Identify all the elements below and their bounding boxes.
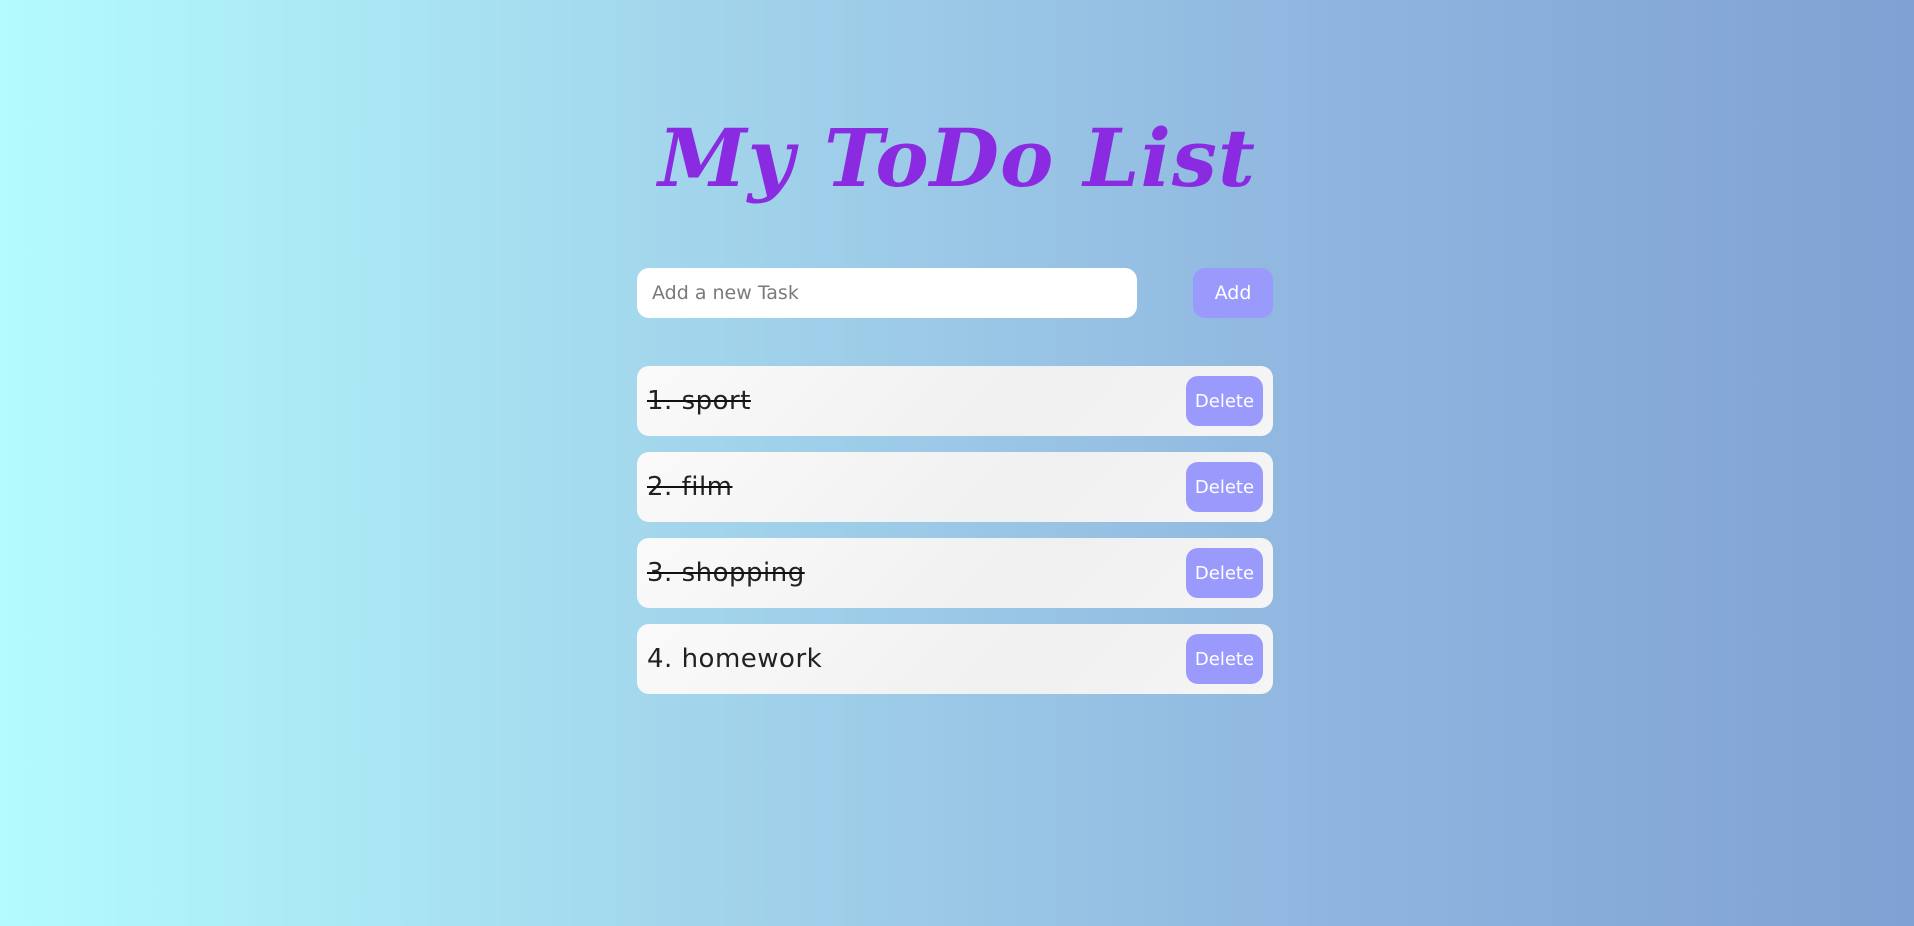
task-item[interactable]: 1. sport Delete <box>637 366 1273 436</box>
task-list: 1. sport Delete 2. film Delete 3. shoppi… <box>637 366 1273 710</box>
task-item[interactable]: 2. film Delete <box>637 452 1273 522</box>
new-task-input[interactable] <box>637 268 1137 318</box>
delete-task-button[interactable]: Delete <box>1186 462 1263 512</box>
delete-task-button[interactable]: Delete <box>1186 634 1263 684</box>
task-item[interactable]: 4. homework Delete <box>637 624 1273 694</box>
task-text[interactable]: 3. shopping <box>647 538 805 608</box>
page-title: My ToDo List <box>658 111 1256 205</box>
task-text[interactable]: 2. film <box>647 452 733 522</box>
task-text[interactable]: 1. sport <box>647 366 751 436</box>
new-task-form: Add <box>637 268 1273 318</box>
task-text[interactable]: 4. homework <box>647 624 822 694</box>
add-task-button[interactable]: Add <box>1193 268 1273 318</box>
delete-task-button[interactable]: Delete <box>1186 548 1263 598</box>
delete-task-button[interactable]: Delete <box>1186 376 1263 426</box>
task-item[interactable]: 3. shopping Delete <box>637 538 1273 608</box>
todo-app: My ToDo List Add 1. sport Delete 2. film… <box>0 0 1914 926</box>
